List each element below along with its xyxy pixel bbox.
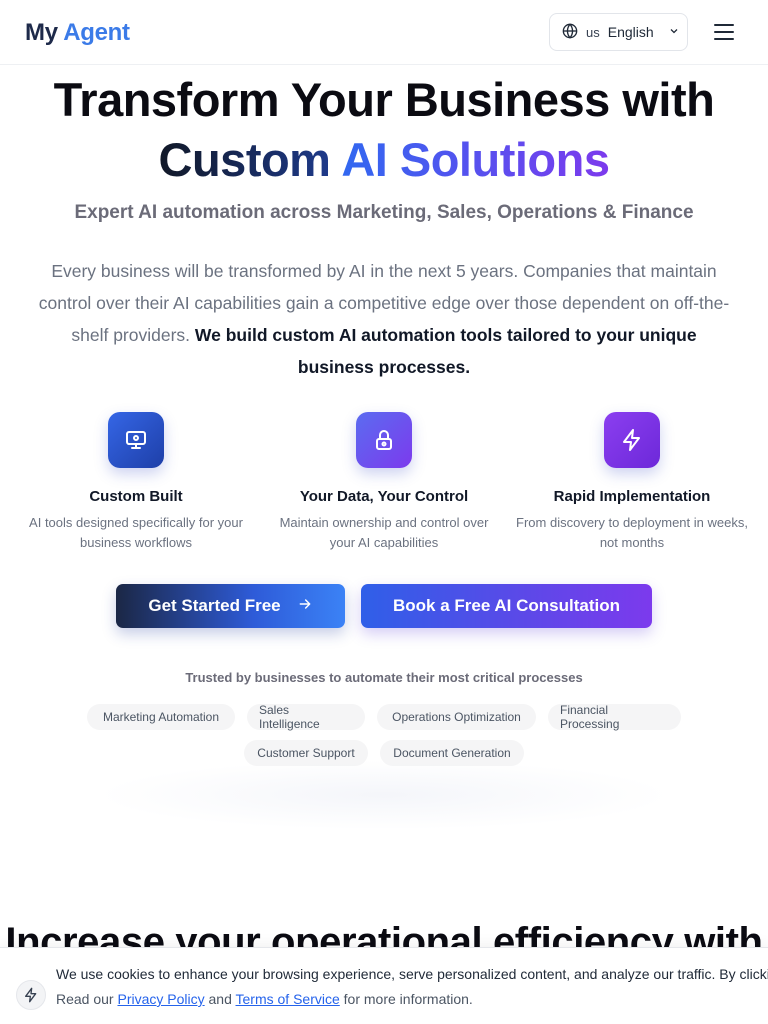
- hero-title-line1: Transform Your Business with: [53, 73, 715, 126]
- tag-marketing-automation[interactable]: Marketing Automation: [87, 704, 235, 730]
- cookie-banner: We use cookies to enhance your browsing …: [0, 947, 768, 1024]
- hero-title: Transform Your Business with Custom AI S…: [0, 70, 768, 190]
- cookie-message: We use cookies to enhance your browsing …: [56, 966, 768, 982]
- arrow-right-icon: [297, 596, 313, 617]
- tag-sales-intelligence[interactable]: Sales Intelligence: [247, 703, 365, 731]
- hero-intro: Every business will be transformed by AI…: [34, 255, 734, 383]
- logo-text-my: My: [25, 19, 58, 46]
- tag-operations-optimization[interactable]: Operations Optimization: [377, 704, 536, 730]
- lightning-icon[interactable]: [16, 980, 46, 1010]
- logo-text-agent: Agent: [63, 19, 130, 46]
- logo[interactable]: My Agent: [25, 19, 130, 47]
- globe-icon: [562, 22, 578, 42]
- intro-bold-text: We build custom AI automation tools tail…: [194, 325, 697, 377]
- feature-title: Your Data, Your Control: [299, 488, 469, 505]
- lightning-icon: [604, 412, 660, 468]
- trusted-heading: Trusted by businesses to automate their …: [185, 670, 583, 685]
- tag-financial-processing[interactable]: Financial Processing: [548, 703, 681, 731]
- feature-title: Custom Built: [89, 488, 183, 505]
- feature-your-data: Your Data, Your Control Maintain ownersh…: [268, 412, 500, 553]
- feature-custom-built: Custom Built AI tools designed specifica…: [20, 412, 252, 553]
- book-consultation-button[interactable]: Book a Free AI Consultation: [361, 584, 652, 628]
- book-consultation-label: Book a Free AI Consultation: [392, 596, 620, 615]
- feature-description: AI tools designed specifically for your …: [29, 515, 243, 550]
- site-header: My Agent us English: [0, 0, 768, 65]
- hero-subtitle: Expert AI automation across Marketing, S…: [74, 202, 694, 223]
- feature-description: Maintain ownership and control over your…: [279, 515, 489, 550]
- language-flag: us: [586, 24, 600, 40]
- language-selector[interactable]: us English: [549, 13, 688, 51]
- lock-icon: [356, 412, 412, 468]
- chevron-down-icon: [668, 24, 680, 40]
- monitor-icon: [108, 412, 164, 468]
- cookie-links-line: Read our Privacy Policy and Terms of Ser…: [56, 991, 473, 1007]
- get-started-label: Get Started Free: [148, 596, 281, 615]
- cookie-and: and: [208, 991, 232, 1007]
- get-started-button[interactable]: Get Started Free: [116, 584, 345, 628]
- feature-title: Rapid Implementation: [553, 488, 711, 505]
- language-label: English: [607, 24, 654, 40]
- hero-title-custom: Custom: [158, 133, 331, 186]
- hamburger-menu-icon[interactable]: [712, 22, 736, 42]
- terms-of-service-link[interactable]: Terms of Service: [236, 991, 340, 1007]
- feature-rapid-implementation: Rapid Implementation From discovery to d…: [516, 412, 748, 553]
- decorative-glow: [95, 760, 673, 830]
- hero-title-ai-solutions: AI Solutions: [341, 133, 610, 186]
- cookie-read-our: Read our: [56, 991, 114, 1007]
- cookie-tail: for more information.: [343, 991, 473, 1007]
- feature-description: From discovery to deployment in weeks, n…: [516, 515, 748, 550]
- privacy-policy-link[interactable]: Privacy Policy: [117, 991, 204, 1007]
